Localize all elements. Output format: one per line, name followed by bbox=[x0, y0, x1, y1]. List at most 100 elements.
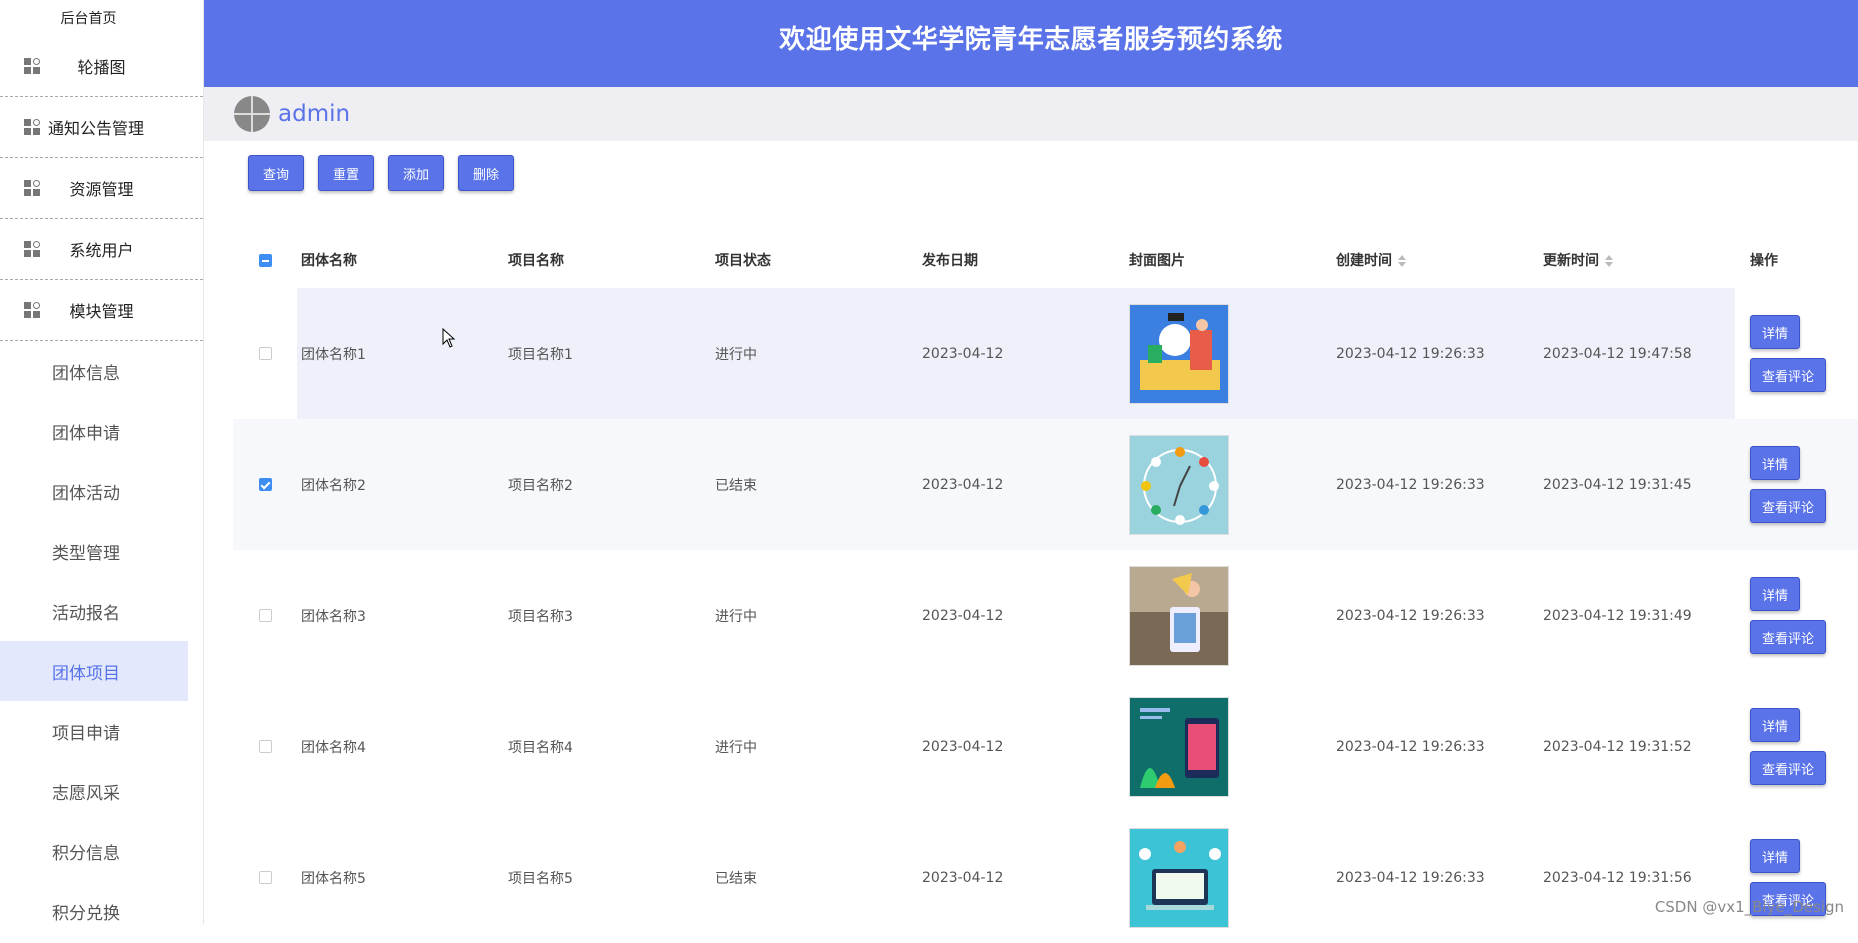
detail-button[interactable]: 详情 bbox=[1750, 839, 1800, 873]
publish-date-cell: 2023-04-12 bbox=[918, 739, 1125, 755]
sidebar-item-team-project[interactable]: 团体项目 bbox=[0, 641, 188, 701]
avatar[interactable] bbox=[234, 96, 270, 132]
status-cell: 进行中 bbox=[711, 288, 918, 419]
table-row[interactable]: 团体名称1 项目名称1 进行中 2023-04-12 2023-04-12 19… bbox=[233, 288, 1858, 419]
publish-date-cell: 2023-04-12 bbox=[918, 608, 1125, 624]
cover-image[interactable] bbox=[1129, 435, 1229, 535]
column-header: 项目状态 bbox=[711, 250, 918, 270]
row-checkbox[interactable] bbox=[259, 478, 272, 491]
cover-image[interactable] bbox=[1129, 566, 1229, 666]
updated-time-cell: 2023-04-12 19:31:49 bbox=[1539, 608, 1746, 624]
cover-cell bbox=[1125, 566, 1332, 666]
row-checkbox[interactable] bbox=[259, 347, 272, 360]
row-checkbox[interactable] bbox=[259, 740, 272, 753]
project-name-cell: 项目名称3 bbox=[504, 606, 711, 626]
status-cell: 已结束 bbox=[711, 868, 918, 888]
table-row[interactable]: 团体名称5 项目名称5 已结束 2023-04-12 2023-04-12 19… bbox=[233, 812, 1858, 943]
cover-image[interactable] bbox=[1129, 697, 1229, 797]
sidebar-item-points-exchange[interactable]: 积分兑换 bbox=[0, 881, 203, 924]
row-actions: 详情 查看评论 bbox=[1750, 315, 1856, 392]
status-cell: 进行中 bbox=[711, 737, 918, 757]
sidebar: 后台首页 轮播图 通知公告管理 资源管理 系统用户 模块管理 团体信息 团体申请… bbox=[0, 0, 204, 924]
page-title: 欢迎使用文华学院青年志愿者服务预约系统 bbox=[779, 19, 1283, 56]
sidebar-item-points-info[interactable]: 积分信息 bbox=[0, 821, 203, 881]
sidebar-item-volunteer-gallery[interactable]: 志愿风采 bbox=[0, 761, 203, 821]
detail-button[interactable]: 详情 bbox=[1750, 446, 1800, 480]
sidebar-menu-notices[interactable]: 通知公告管理 bbox=[0, 97, 203, 158]
team-name-cell: 团体名称1 bbox=[297, 288, 504, 419]
user-bar: admin bbox=[204, 87, 1858, 141]
updated-time-cell: 2023-04-12 19:47:58 bbox=[1539, 288, 1735, 419]
sidebar-menu-modules[interactable]: 模块管理 bbox=[0, 280, 203, 341]
view-comments-button[interactable]: 查看评论 bbox=[1750, 358, 1826, 392]
query-button[interactable]: 查询 bbox=[248, 155, 304, 191]
sidebar-menu-carousel[interactable]: 轮播图 bbox=[0, 36, 203, 97]
detail-button[interactable]: 详情 bbox=[1750, 315, 1800, 349]
cover-cell bbox=[1125, 435, 1332, 535]
row-actions: 详情 查看评论 bbox=[1750, 577, 1856, 654]
table-row[interactable]: 团体名称2 项目名称2 已结束 2023-04-12 2023-04-12 19… bbox=[233, 419, 1858, 550]
column-header: 项目名称 bbox=[504, 250, 711, 270]
sidebar-item-type-manage[interactable]: 类型管理 bbox=[0, 521, 203, 581]
team-name-cell: 团体名称3 bbox=[297, 606, 504, 626]
detail-button[interactable]: 详情 bbox=[1750, 577, 1800, 611]
sidebar-item-team-apply[interactable]: 团体申请 bbox=[0, 401, 203, 461]
row-checkbox[interactable] bbox=[259, 609, 272, 622]
sidebar-menu-system-users[interactable]: 系统用户 bbox=[0, 219, 203, 280]
watermark: CSDN @vx1_Biye_Design bbox=[1655, 898, 1844, 916]
table-row[interactable]: 团体名称4 项目名称4 进行中 2023-04-12 2023-04-12 19… bbox=[233, 681, 1858, 812]
updated-time-cell: 2023-04-12 19:31:52 bbox=[1539, 739, 1746, 755]
sidebar-menu-label: 轮播图 bbox=[0, 54, 203, 78]
sidebar-item-team-activity[interactable]: 团体活动 bbox=[0, 461, 203, 521]
updated-time-cell: 2023-04-12 19:31:56 bbox=[1539, 870, 1746, 886]
created-time-cell: 2023-04-12 19:26:33 bbox=[1332, 870, 1539, 886]
column-header: 封面图片 bbox=[1125, 250, 1332, 270]
sidebar-menu-label: 资源管理 bbox=[0, 176, 203, 200]
view-comments-button[interactable]: 查看评论 bbox=[1750, 751, 1826, 785]
project-name-cell: 项目名称4 bbox=[504, 737, 711, 757]
table-row[interactable]: 团体名称3 项目名称3 进行中 2023-04-12 2023-04-12 19… bbox=[233, 550, 1858, 681]
sidebar-item-project-apply[interactable]: 项目申请 bbox=[0, 701, 203, 761]
sidebar-menu-resources[interactable]: 资源管理 bbox=[0, 158, 203, 219]
column-header: 团体名称 bbox=[297, 250, 504, 270]
view-comments-button[interactable]: 查看评论 bbox=[1750, 489, 1826, 523]
sidebar-item-team-info[interactable]: 团体信息 bbox=[0, 341, 203, 401]
row-checkbox[interactable] bbox=[259, 871, 272, 884]
select-all-checkbox[interactable] bbox=[259, 254, 272, 267]
row-actions: 详情 查看评论 bbox=[1750, 446, 1856, 523]
top-header: 欢迎使用文华学院青年志愿者服务预约系统 bbox=[204, 0, 1858, 87]
view-comments-button[interactable]: 查看评论 bbox=[1750, 620, 1826, 654]
username[interactable]: admin bbox=[278, 101, 350, 127]
table-header: 团体名称 项目名称 项目状态 发布日期 封面图片 创建时间 更新时间 操作 bbox=[233, 232, 1858, 288]
cover-cell bbox=[1125, 697, 1332, 797]
status-cell: 已结束 bbox=[711, 475, 918, 495]
project-name-cell: 项目名称1 bbox=[504, 288, 711, 419]
column-header-sortable[interactable]: 创建时间 bbox=[1332, 250, 1539, 270]
publish-date-cell: 2023-04-12 bbox=[918, 477, 1125, 493]
reset-button[interactable]: 重置 bbox=[318, 155, 374, 191]
cover-image[interactable] bbox=[1129, 304, 1229, 404]
data-table: 团体名称 项目名称 项目状态 发布日期 封面图片 创建时间 更新时间 操作 团体… bbox=[233, 232, 1858, 943]
add-button[interactable]: 添加 bbox=[388, 155, 444, 191]
sidebar-menu-label: 模块管理 bbox=[0, 298, 203, 322]
created-time-cell: 2023-04-12 19:26:33 bbox=[1332, 288, 1539, 419]
project-name-cell: 项目名称2 bbox=[504, 475, 711, 495]
team-name-cell: 团体名称2 bbox=[297, 475, 504, 495]
sidebar-menu-label: 通知公告管理 bbox=[48, 115, 144, 139]
sidebar-item-activity-signup[interactable]: 活动报名 bbox=[0, 581, 203, 641]
cover-image[interactable] bbox=[1129, 828, 1229, 928]
sidebar-home-link[interactable]: 后台首页 bbox=[0, 0, 203, 36]
column-header-sortable[interactable]: 更新时间 bbox=[1539, 250, 1746, 270]
sort-icon[interactable] bbox=[1605, 255, 1613, 267]
detail-button[interactable]: 详情 bbox=[1750, 708, 1800, 742]
created-time-cell: 2023-04-12 19:26:33 bbox=[1332, 608, 1539, 624]
created-time-cell: 2023-04-12 19:26:33 bbox=[1332, 477, 1539, 493]
cover-cell bbox=[1125, 288, 1332, 419]
column-header: 发布日期 bbox=[918, 250, 1125, 270]
sort-icon[interactable] bbox=[1398, 255, 1406, 267]
toolbar: 查询 重置 添加 删除 bbox=[248, 155, 514, 191]
column-header-label: 更新时间 bbox=[1543, 253, 1599, 269]
delete-button[interactable]: 删除 bbox=[458, 155, 514, 191]
team-name-cell: 团体名称4 bbox=[297, 737, 504, 757]
mouse-cursor-icon bbox=[442, 328, 456, 348]
